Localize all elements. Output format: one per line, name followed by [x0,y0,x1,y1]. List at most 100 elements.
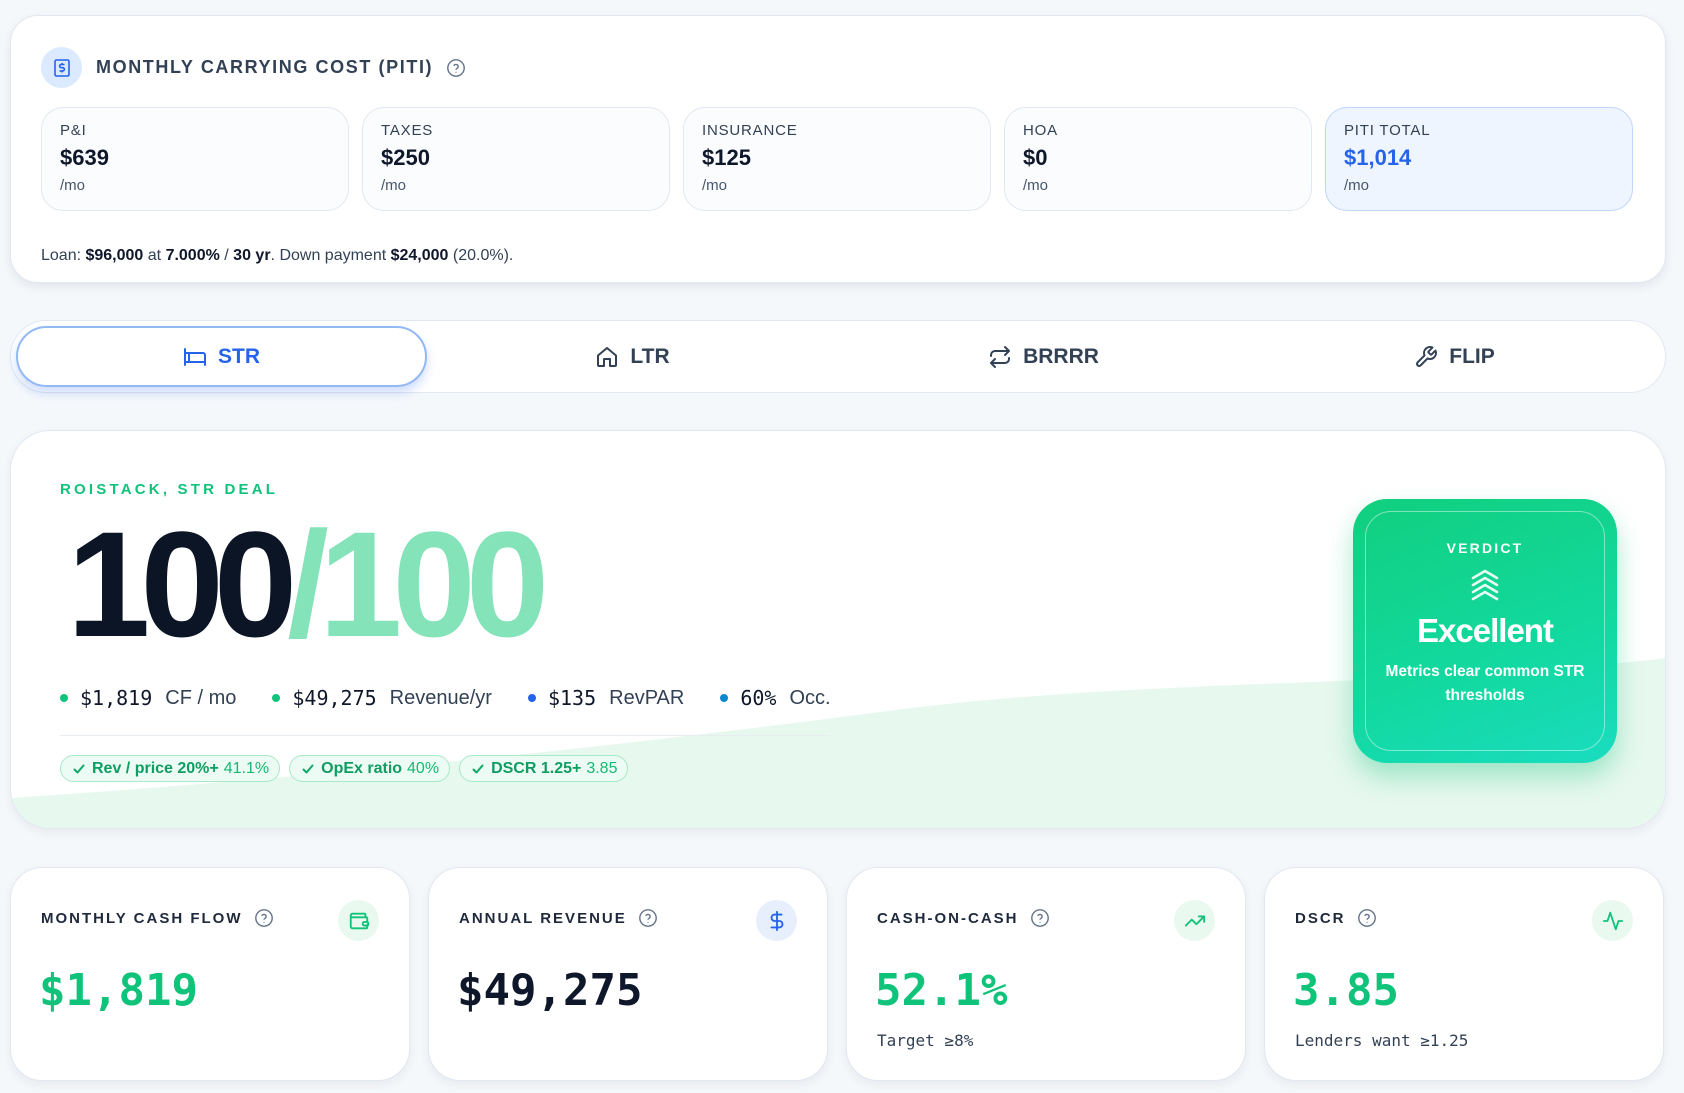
verdict-card: VERDICT Excellent Metrics clear common S… [1353,499,1617,763]
score-stats: $1,819 CF / mo $49,275 Revenue/yr $135 R… [60,686,867,710]
piti-breakdown: P&I $639 /mo TAXES $250 /mo INSURANCE $1… [41,107,1633,211]
stat-revenue: $49,275 Revenue/yr [272,686,492,710]
score-eyebrow: ROISTACK, STR DEAL [60,481,279,498]
metric-subtext: Target ≥8% [877,1031,974,1050]
down-payment-pct: (20.0%). [448,247,514,264]
tab-str[interactable]: STR [16,326,427,387]
stat-label: RevPAR [609,686,685,709]
piti-box-unit: /mo [702,177,728,194]
chip-dscr: DSCR 1.25+ 3.85 [459,755,629,782]
stat-label: Revenue/yr [389,686,492,709]
stat-revpar: $135 RevPAR [527,686,685,710]
metric-title: MONTHLY CASH FLOW [41,909,243,927]
check-icon [73,764,85,773]
chevrons-up-icon [1471,569,1499,601]
tab-label: FLIP [1449,344,1495,368]
score-value: 100 [67,500,297,668]
loan-mid: . Down payment [270,247,391,264]
metric-value: $49,275 [457,965,643,1016]
stat-cash-flow: $1,819 CF / mo [60,686,236,710]
score-max: 100 [318,500,549,668]
bed-icon [184,347,206,366]
metric-monthly-cash-flow: MONTHLY CASH FLOW $1,819 [10,867,410,1081]
loan-sep: / [219,247,234,264]
stat-dot [527,694,536,702]
piti-box-value: $0 [1023,145,1048,170]
verdict-inner: VERDICT Excellent Metrics clear common S… [1365,511,1605,751]
piti-box-value: $250 [381,145,430,170]
piti-box-value: $125 [702,145,751,170]
piti-title: MONTHLY CARRYING COST (PITI) [96,57,434,77]
check-icon [302,764,314,773]
help-icon[interactable] [446,58,466,78]
chip-value: 41.1% [223,759,270,777]
activity-icon [1592,900,1633,941]
receipt-dollar-icon [41,47,82,88]
tab-label: LTR [630,344,670,368]
piti-box-pi: P&I $639 /mo [41,107,349,211]
help-icon[interactable] [1030,908,1050,928]
chip-rev-price: Rev / price 20%+ 41.1% [60,755,281,782]
chip-opex: OpEx ratio 40% [289,755,451,782]
piti-box-taxes: TAXES $250 /mo [362,107,670,211]
loan-rate: 7.000% [165,247,220,264]
chip-label: Rev / price 20%+ [92,759,219,777]
stat-occupancy: 60% Occ. [720,686,831,710]
metric-title: DSCR [1295,909,1346,927]
metric-header: CASH-ON-CASH [877,908,1050,928]
trending-up-icon [1174,900,1215,941]
deal-score: 100/100 [67,509,549,659]
threshold-chips: Rev / price 20%+ 41.1% OpEx ratio 40% DS… [60,755,629,782]
loan-term: 30 yr [233,247,271,264]
chip-label: OpEx ratio [321,759,403,777]
help-icon[interactable] [254,908,274,928]
loan-prefix: Loan: [41,247,86,264]
metric-header: ANNUAL REVENUE [459,908,658,928]
verdict-label: VERDICT [1446,540,1524,556]
metric-cards: MONTHLY CASH FLOW $1,819 ANNUAL REVENUE … [10,867,1664,1081]
help-icon[interactable] [1357,908,1377,928]
piti-box-unit: /mo [1344,177,1370,194]
loan-summary: Loan: $96,000 at 7.000% / 30 yr. Down pa… [41,247,513,265]
piti-box-value: $639 [60,145,109,170]
loan-amount: $96,000 [85,247,144,264]
stat-value: 60% [740,686,777,710]
strategy-tabs: STR LTR BRRRR FLIP [10,320,1666,393]
stat-label: CF / mo [165,686,237,709]
deal-score-card: ROISTACK, STR DEAL 100/100 $1,819 CF / m… [10,430,1666,829]
home-icon [597,346,618,367]
metric-header: MONTHLY CASH FLOW [41,908,274,928]
piti-box-hoa: HOA $0 /mo [1004,107,1312,211]
metric-value: $1,819 [39,965,198,1016]
piti-card: MONTHLY CARRYING COST (PITI) P&I $639 /m… [10,15,1666,283]
piti-box-value: $1,014 [1344,145,1412,170]
metric-subtext: Lenders want ≥1.25 [1295,1031,1469,1050]
piti-header: MONTHLY CARRYING COST (PITI) [41,47,466,88]
tab-flip[interactable]: FLIP [1249,326,1660,387]
piti-box-unit: /mo [60,177,86,194]
repeat-icon [990,345,1011,368]
stat-value: $1,819 [80,686,153,710]
tab-ltr[interactable]: LTR [427,326,838,387]
piti-box-total: PITI TOTAL $1,014 /mo [1325,107,1633,211]
metric-value: 52.1% [875,965,1008,1016]
stat-label: Occ. [789,686,831,709]
stat-value: $135 [547,686,597,710]
piti-box-label: P&I [60,122,87,139]
dollar-icon [756,900,797,941]
chip-label: DSCR 1.25+ [491,759,582,777]
chip-value: 40% [407,759,440,777]
metric-title: CASH-ON-CASH [877,909,1019,927]
chip-value: 3.85 [586,759,618,777]
help-icon[interactable] [638,908,658,928]
wallet-icon [338,900,379,941]
piti-box-label: TAXES [381,122,434,139]
tab-brrrr[interactable]: BRRRR [838,326,1249,387]
stat-dot [720,694,729,702]
stat-dot [272,694,281,702]
divider [60,735,830,736]
piti-box-label: PITI TOTAL [1344,122,1431,139]
verdict-description: Metrics clear common STR thresholds [1385,663,1585,704]
tab-label: STR [218,344,260,368]
check-icon [472,764,484,773]
